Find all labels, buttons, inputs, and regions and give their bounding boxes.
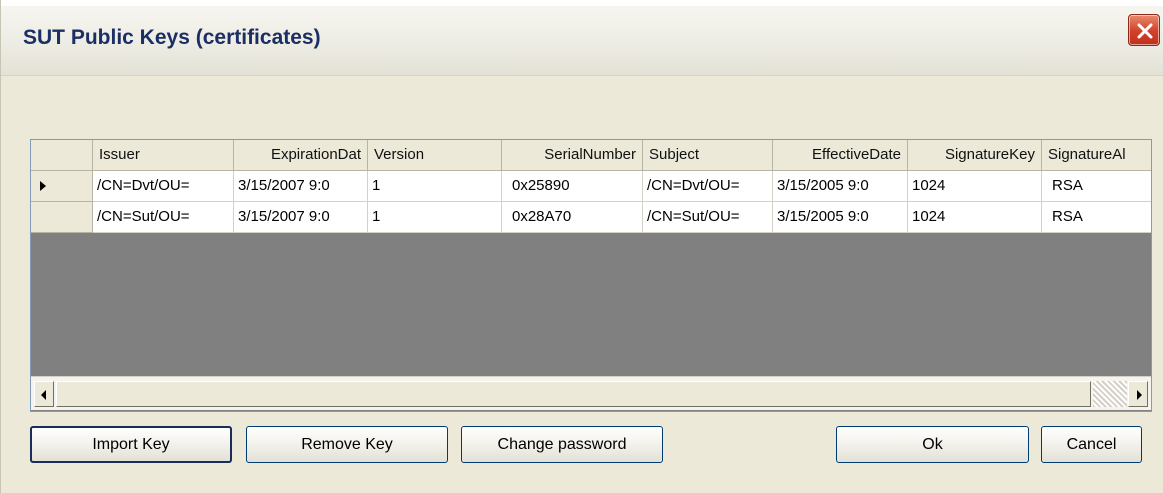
dialog-window: SUT Public Keys (certificates) Issuer Ex… (0, 0, 1163, 493)
table-row[interactable]: /CN=Sut/OU= 3/15/2007 9:0 1 0x28A70 /CN=… (31, 202, 1151, 233)
row-header[interactable] (31, 171, 93, 202)
arrow-right-icon (1137, 390, 1142, 400)
cell-signature-key[interactable]: 1024 (908, 171, 1042, 202)
header-corner (31, 140, 93, 171)
cell-expiration-date[interactable]: 3/15/2007 9:0 (234, 202, 368, 233)
cell-version[interactable]: 1 (368, 171, 502, 202)
arrow-left-icon (41, 390, 46, 400)
cell-serial-number[interactable]: 0x28A70 (502, 202, 643, 233)
row-pointer-icon (40, 181, 46, 191)
cell-subject[interactable]: /CN=Dvt/OU= (643, 171, 773, 202)
horizontal-scrollbar[interactable] (31, 376, 1151, 410)
cell-effective-date[interactable]: 3/15/2005 9:0 (773, 202, 908, 233)
window-title: SUT Public Keys (certificates) (23, 26, 321, 49)
cell-effective-date[interactable]: 3/15/2005 9:0 (773, 171, 908, 202)
scroll-left-button[interactable] (34, 381, 54, 407)
cell-version[interactable]: 1 (368, 202, 502, 233)
cell-issuer[interactable]: /CN=Sut/OU= (93, 202, 234, 233)
scroll-right-button[interactable] (1128, 381, 1148, 407)
certificates-grid[interactable]: Issuer ExpirationDat Version SerialNumbe… (30, 139, 1152, 412)
cell-subject[interactable]: /CN=Sut/OU= (643, 202, 773, 233)
close-icon (1137, 23, 1153, 39)
cell-issuer[interactable]: /CN=Dvt/OU= (93, 171, 234, 202)
column-header-signature-algorithm[interactable]: SignatureAl (1042, 140, 1151, 171)
column-header-expiration-date[interactable]: ExpirationDat (234, 140, 368, 171)
column-header-serial-number[interactable]: SerialNumber (502, 140, 643, 171)
row-header[interactable] (31, 202, 93, 233)
cancel-button[interactable]: Cancel (1041, 426, 1142, 463)
table-row[interactable]: /CN=Dvt/OU= 3/15/2007 9:0 1 0x25890 /CN=… (31, 171, 1151, 202)
import-key-button[interactable]: Import Key (30, 426, 232, 463)
cell-signature-algorithm[interactable]: RSA (1042, 202, 1151, 233)
scrollbar-thumb[interactable] (56, 381, 1091, 407)
scrollbar-track[interactable] (1093, 381, 1127, 407)
cell-signature-key[interactable]: 1024 (908, 202, 1042, 233)
column-header-effective-date[interactable]: EffectiveDate (773, 140, 908, 171)
remove-key-button[interactable]: Remove Key (246, 426, 448, 463)
column-header-subject[interactable]: Subject (643, 140, 773, 171)
ok-button[interactable]: Ok (836, 426, 1029, 463)
column-header-version[interactable]: Version (368, 140, 502, 171)
close-button[interactable] (1128, 14, 1160, 46)
column-header-signature-key[interactable]: SignatureKey (908, 140, 1042, 171)
cell-signature-algorithm[interactable]: RSA (1042, 171, 1151, 202)
grid-header: Issuer ExpirationDat Version SerialNumbe… (31, 140, 1151, 171)
column-header-issuer[interactable]: Issuer (93, 140, 234, 171)
title-bar[interactable]: SUT Public Keys (certificates) (1, 0, 1163, 76)
cell-serial-number[interactable]: 0x25890 (502, 171, 643, 202)
change-password-button[interactable]: Change password (461, 426, 663, 463)
cell-expiration-date[interactable]: 3/15/2007 9:0 (234, 171, 368, 202)
